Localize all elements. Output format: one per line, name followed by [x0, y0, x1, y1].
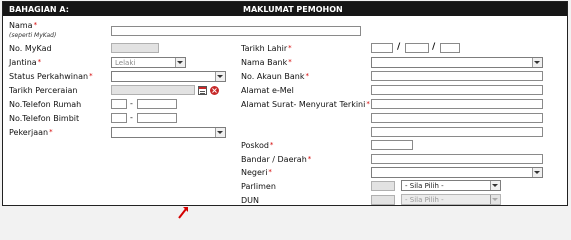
tarikh-lahir-day-input[interactable]	[371, 43, 393, 53]
tel-rumah-prefix-input[interactable]	[111, 99, 127, 109]
mouse-cursor-icon	[178, 207, 188, 219]
tarikh-lahir-year-input[interactable]	[440, 43, 460, 53]
parlimen-label: Parlimen	[241, 182, 276, 191]
clear-date-icon[interactable]: ×	[210, 86, 219, 95]
chevron-down-icon	[532, 58, 542, 67]
tel-bimbit-separator: -	[130, 113, 133, 122]
bank-label: Nama Bank*	[241, 58, 292, 67]
jantina-value: Lelaki	[115, 59, 136, 67]
jantina-label: Jantina*	[9, 58, 42, 67]
date-separator: /	[432, 42, 436, 52]
chevron-down-icon	[490, 181, 500, 190]
alamat-line-2-input[interactable]	[371, 113, 543, 123]
tel-bimbit-number-input[interactable]	[137, 113, 177, 123]
mykad-label: No. MyKad	[9, 44, 52, 53]
pekerjaan-label: Pekerjaan*	[9, 128, 53, 137]
alamat-label: Alamat Surat- Menyurat Terkini*	[241, 100, 370, 109]
tarikh-lahir-month-input[interactable]	[405, 43, 429, 53]
status-select[interactable]	[111, 71, 226, 82]
status-label: Status Perkahwinan*	[9, 72, 93, 81]
parlimen-code-input[interactable]	[371, 181, 395, 191]
section-title: MAKLUMAT PEMOHON	[243, 5, 343, 14]
emel-input[interactable]	[371, 85, 543, 95]
nama-hint: (seperti MyKad)	[9, 32, 57, 39]
akaun-label: No. Akaun Bank*	[241, 72, 309, 81]
calendar-icon[interactable]	[198, 86, 207, 95]
poskod-label: Poskod*	[241, 141, 274, 150]
dun-select: - Sila Pilih -	[401, 194, 501, 205]
dun-code-input	[371, 195, 395, 205]
bandar-input[interactable]	[371, 154, 543, 164]
tarikh-cerai-input[interactable]	[111, 85, 195, 95]
jantina-select[interactable]: Lelaki	[111, 57, 186, 68]
pekerjaan-select[interactable]	[111, 127, 226, 138]
alamat-line-1-input[interactable]	[371, 99, 543, 109]
applicant-form-panel: BAHAGIAN A: MAKLUMAT PEMOHON Nama* (sepe…	[2, 1, 568, 206]
poskod-input[interactable]	[371, 140, 413, 150]
mykad-input[interactable]	[111, 43, 159, 53]
tel-bimbit-label: No.Telefon Bimbit	[9, 114, 80, 123]
bank-select[interactable]	[371, 57, 543, 68]
dun-value: - Sila Pilih -	[405, 196, 444, 204]
chevron-down-icon	[490, 195, 500, 204]
alamat-line-3-input[interactable]	[371, 127, 543, 137]
chevron-down-icon	[175, 58, 185, 67]
parlimen-select[interactable]: - Sila Pilih -	[401, 180, 501, 191]
parlimen-value: - Sila Pilih -	[405, 182, 444, 190]
tel-rumah-label: No.Telefon Rumah	[9, 100, 82, 109]
date-separator: /	[397, 42, 401, 52]
tel-bimbit-prefix-input[interactable]	[111, 113, 127, 123]
chevron-down-icon	[215, 72, 225, 81]
tarikh-cerai-label: Tarikh Perceraian	[9, 86, 78, 95]
negeri-select[interactable]	[371, 167, 543, 178]
section-header: BAHAGIAN A: MAKLUMAT PEMOHON	[3, 2, 567, 16]
tel-rumah-separator: -	[130, 99, 133, 108]
akaun-input[interactable]	[371, 71, 543, 81]
tel-rumah-number-input[interactable]	[137, 99, 177, 109]
section-label: BAHAGIAN A:	[9, 5, 69, 14]
negeri-label: Negeri*	[241, 168, 272, 177]
nama-input[interactable]	[111, 26, 361, 36]
nama-label: Nama*	[9, 21, 38, 30]
tarikh-lahir-label: Tarikh Lahir*	[241, 44, 292, 53]
chevron-down-icon	[215, 128, 225, 137]
emel-label: Alamat e-Mel	[241, 86, 294, 95]
chevron-down-icon	[532, 168, 542, 177]
dun-label: DUN	[241, 196, 259, 205]
bandar-label: Bandar / Daerah*	[241, 155, 312, 164]
